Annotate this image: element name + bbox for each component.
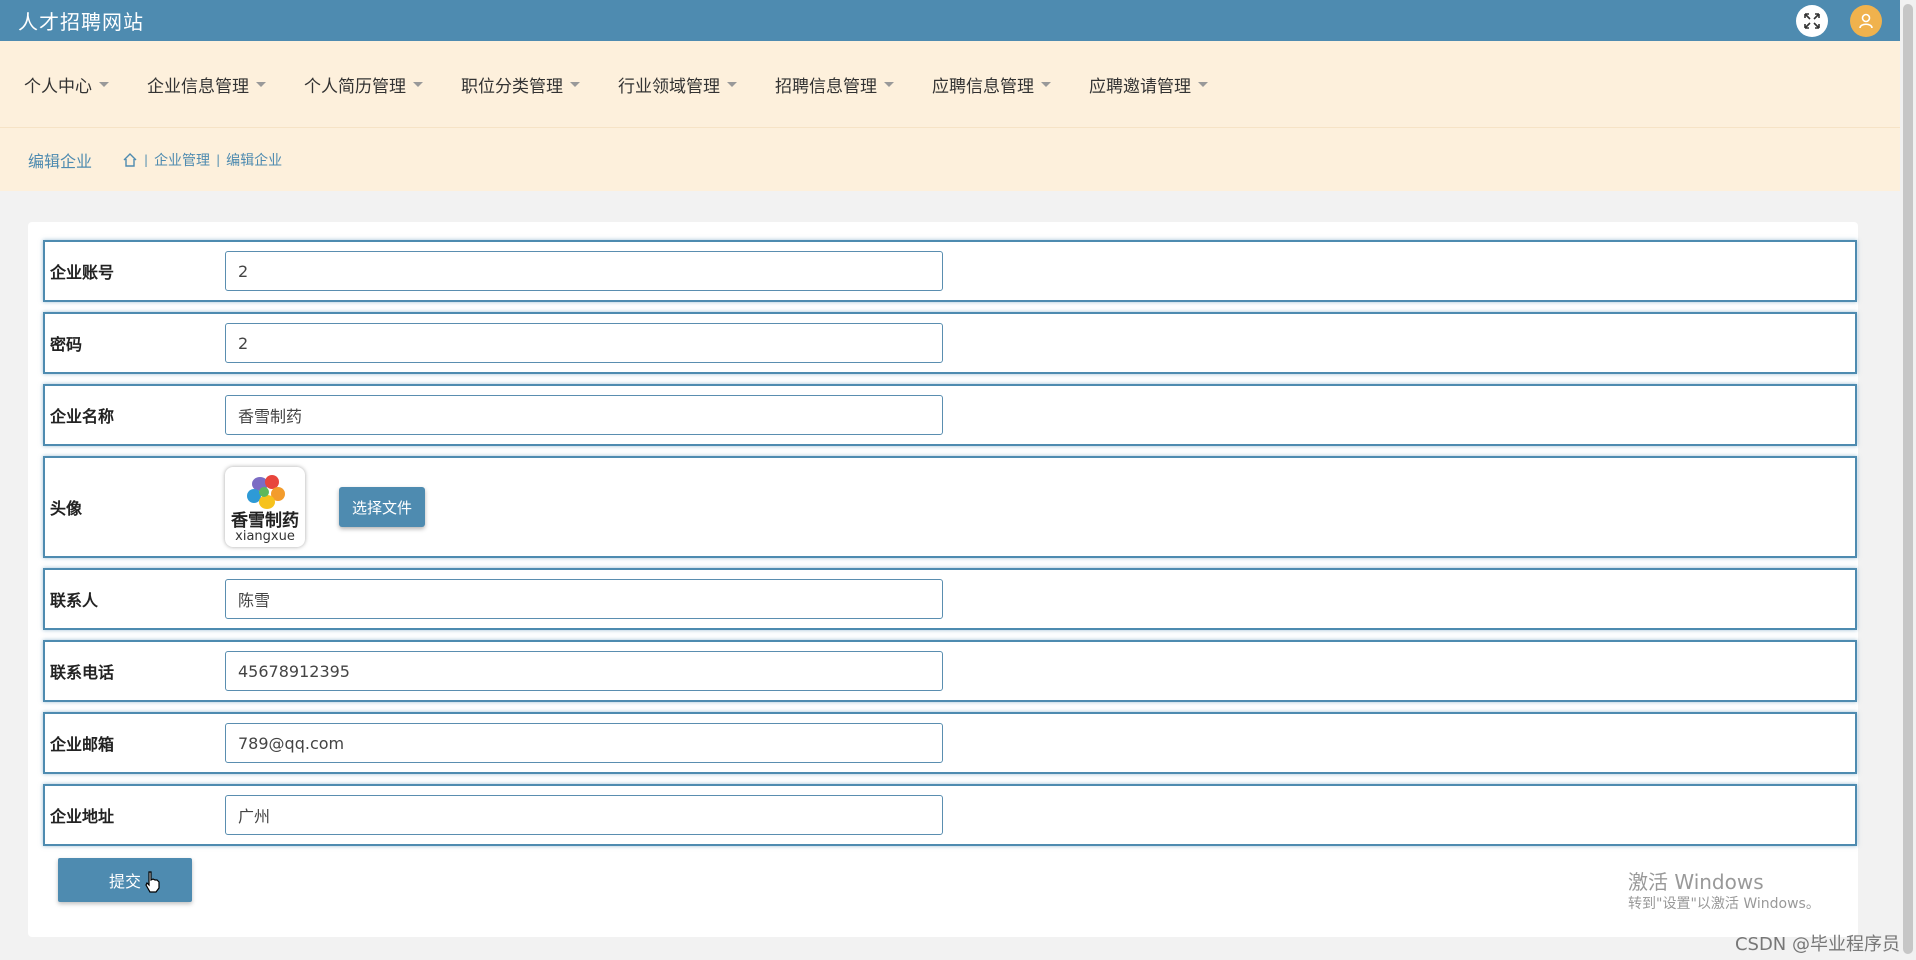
breadcrumb-bar: 编辑企业 | 企业管理 | 编辑企业: [0, 127, 1900, 191]
breadcrumb-item-edit-company: 编辑企业: [226, 152, 283, 169]
nav-label: 个人中心: [24, 76, 92, 97]
breadcrumb-item-company-mgmt[interactable]: 企业管理: [154, 150, 210, 170]
edit-company-form: 企业账号 密码 企业名称 头像 香雪制药 xiangxue 选择文件 联系人: [28, 222, 1858, 937]
nav-label: 应聘信息管理: [932, 76, 1034, 97]
field-label: 联系人: [50, 591, 99, 610]
caret-down-icon: [256, 81, 266, 87]
caret-down-icon: [1198, 81, 1208, 87]
nav-personal-center[interactable]: 个人中心: [24, 72, 109, 97]
nav-invitation[interactable]: 应聘邀请管理: [1089, 72, 1208, 97]
nav-recruitment[interactable]: 招聘信息管理: [775, 72, 894, 97]
field-label: 头像: [50, 499, 83, 518]
email-input[interactable]: [225, 723, 943, 763]
form-row-email: 企业邮箱: [43, 712, 1857, 774]
user-avatar-button[interactable]: [1850, 4, 1882, 37]
topbar-actions: [1796, 4, 1882, 37]
field-label: 企业邮箱: [50, 735, 115, 754]
page-title: 编辑企业: [28, 151, 93, 171]
site-title: 人才招聘网站: [18, 10, 144, 34]
main-nav: 个人中心 企业信息管理 个人简历管理 职位分类管理 行业领域管理 招聘信息管理 …: [0, 41, 1900, 127]
nav-job-category[interactable]: 职位分类管理: [461, 72, 580, 97]
caret-down-icon: [99, 81, 109, 87]
choose-file-button[interactable]: 选择文件: [339, 487, 425, 527]
logo-text-cn: 香雪制药: [231, 511, 299, 531]
field-label: 企业名称: [50, 407, 115, 426]
csdn-credit: CSDN @毕业程序员: [1734, 934, 1900, 955]
home-icon[interactable]: [122, 152, 138, 168]
top-bar: 人才招聘网站: [0, 0, 1900, 41]
account-input[interactable]: [225, 251, 943, 291]
scrollbar-thumb[interactable]: [1903, 4, 1913, 954]
nav-label: 个人简历管理: [304, 76, 406, 97]
form-row-password: 密码: [43, 312, 1857, 374]
field-label: 联系电话: [50, 663, 115, 682]
form-row-contact: 联系人: [43, 568, 1857, 630]
nav-label: 企业信息管理: [147, 76, 249, 97]
fullscreen-button[interactable]: [1796, 4, 1828, 37]
contact-input[interactable]: [225, 579, 943, 619]
watermark-subtitle: 转到"设置"以激活 Windows。: [1628, 896, 1820, 912]
nav-application[interactable]: 应聘信息管理: [932, 72, 1051, 97]
submit-button[interactable]: 提交: [58, 858, 192, 902]
nav-label: 行业领域管理: [618, 76, 720, 97]
logo-flower-icon: [247, 475, 285, 509]
breadcrumb-separator: |: [144, 152, 149, 167]
hand-cursor-icon: [145, 871, 160, 893]
form-row-address: 企业地址: [43, 784, 1857, 846]
nav-label: 招聘信息管理: [775, 76, 877, 97]
windows-activation-watermark: 激活 Windows 转到"设置"以激活 Windows。: [1628, 870, 1820, 914]
caret-down-icon: [413, 81, 423, 87]
field-label: 密码: [50, 335, 83, 354]
form-row-account: 企业账号: [43, 240, 1857, 302]
address-input[interactable]: [225, 795, 943, 835]
vertical-scrollbar[interactable]: [1900, 0, 1916, 960]
logo-text-en: xiangxue: [235, 529, 295, 544]
field-label: 企业地址: [50, 807, 115, 826]
nav-label: 应聘邀请管理: [1089, 76, 1191, 97]
caret-down-icon: [570, 81, 580, 87]
breadcrumb: | 企业管理 | 编辑企业: [122, 150, 282, 170]
form-row-phone: 联系电话: [43, 640, 1857, 702]
expand-icon: [1804, 12, 1820, 29]
caret-down-icon: [727, 81, 737, 87]
breadcrumb-separator: |: [216, 152, 221, 167]
password-input[interactable]: [225, 323, 943, 363]
form-row-avatar: 头像 香雪制药 xiangxue 选择文件: [43, 456, 1857, 558]
nav-company-info[interactable]: 企业信息管理: [147, 72, 266, 97]
caret-down-icon: [884, 81, 894, 87]
nav-industry[interactable]: 行业领域管理: [618, 72, 737, 97]
avatar-preview: 香雪制药 xiangxue: [225, 467, 305, 547]
field-label: 企业账号: [50, 263, 115, 282]
phone-input[interactable]: [225, 651, 943, 691]
nav-resume[interactable]: 个人简历管理: [304, 72, 423, 97]
form-row-company-name: 企业名称: [43, 384, 1857, 446]
nav-label: 职位分类管理: [461, 76, 563, 97]
watermark-title: 激活 Windows: [1628, 870, 1764, 894]
user-icon: [1859, 13, 1873, 28]
caret-down-icon: [1041, 81, 1051, 87]
company-name-input[interactable]: [225, 395, 943, 435]
